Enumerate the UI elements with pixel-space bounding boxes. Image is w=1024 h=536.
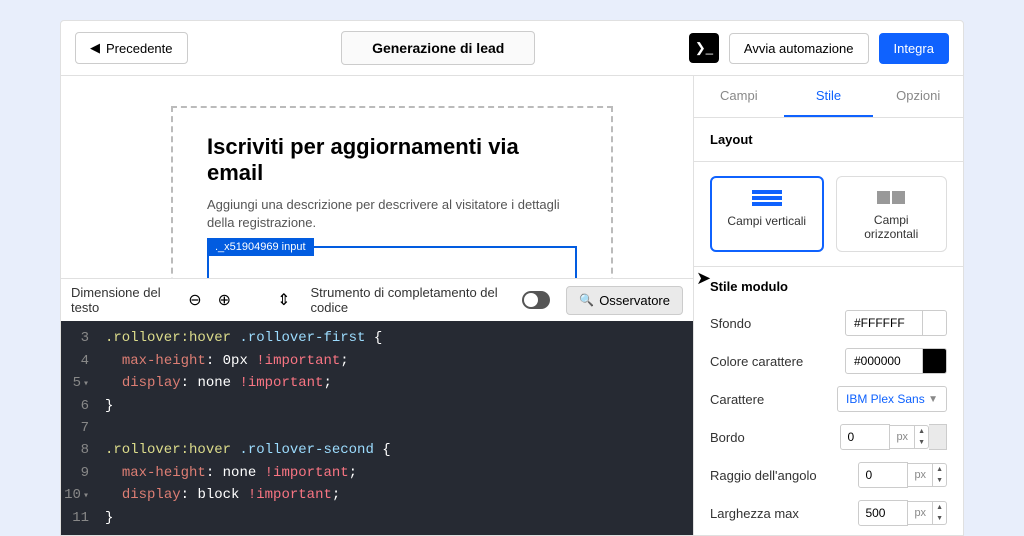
border-unit: px — [890, 425, 915, 449]
observer-button[interactable]: 🔍 Osservatore — [566, 286, 683, 315]
form-description: Aggiungi una descrizione per descrivere … — [207, 196, 577, 232]
layout-heading: Layout — [694, 118, 963, 162]
integrate-button[interactable]: Integra — [879, 33, 949, 64]
previous-button[interactable]: ◀ Precedente — [75, 32, 188, 64]
background-swatch[interactable] — [923, 310, 947, 336]
previous-label: Precedente — [106, 41, 173, 56]
search-icon: 🔍 — [579, 293, 594, 307]
plus-icon: ⊕ — [218, 292, 231, 309]
radius-stepper[interactable]: ▲▼ — [933, 463, 947, 487]
code-tool-label: Strumento di completamento del codice — [310, 285, 508, 315]
border-style-button[interactable] — [929, 424, 947, 450]
start-automation-button[interactable]: Avvia automazione — [729, 33, 869, 64]
form-card[interactable]: Iscriviti per aggiornamenti via email Ag… — [171, 106, 613, 278]
maxwidth-stepper[interactable]: ▲▼ — [933, 501, 947, 525]
radius-unit: px — [908, 463, 933, 487]
border-input[interactable] — [840, 424, 890, 450]
module-style-heading: Stile modulo — [694, 267, 963, 304]
terminal-icon-button[interactable]: ❯_ — [689, 33, 719, 63]
tab-options[interactable]: Opzioni — [873, 76, 963, 117]
font-label: Carattere — [710, 392, 827, 407]
background-input[interactable] — [845, 310, 923, 336]
minus-icon: ⊖ — [188, 292, 201, 309]
maxwidth-unit: px — [908, 501, 933, 525]
layout-horizontal-option[interactable]: Campi orizzontali — [836, 176, 948, 252]
layout-vertical-label: Campi verticali — [727, 214, 806, 228]
layout-horizontal-label: Campi orizzontali — [864, 213, 918, 241]
chevron-down-icon: ▼ — [928, 394, 938, 405]
chevron-left-icon: ◀ — [90, 40, 100, 56]
maxwidth-input[interactable] — [858, 500, 908, 526]
start-automation-label: Avvia automazione — [744, 41, 854, 56]
terminal-icon: ❯_ — [695, 40, 713, 56]
resize-icon: ⇕ — [277, 292, 290, 309]
integrate-label: Integra — [894, 41, 934, 56]
code-tool-toggle[interactable] — [522, 291, 550, 309]
resize-handle[interactable]: ⇕ — [273, 288, 294, 312]
page-title: Generazione di lead — [372, 40, 504, 56]
font-color-label: Colore carattere — [710, 354, 835, 369]
form-canvas[interactable]: Iscriviti per aggiornamenti via email Ag… — [61, 76, 693, 278]
tab-fields[interactable]: Campi — [694, 76, 784, 117]
border-label: Bordo — [710, 430, 830, 445]
form-input-wrapper[interactable]: ._x51904969 input — [207, 246, 577, 278]
tab-style[interactable]: Stile — [784, 76, 874, 117]
text-size-decrease-button[interactable]: ⊖ — [184, 288, 205, 312]
form-title: Iscriviti per aggiornamenti via email — [207, 134, 577, 186]
font-color-input[interactable] — [845, 348, 923, 374]
radius-label: Raggio dell'angolo — [710, 468, 848, 483]
text-size-increase-button[interactable]: ⊕ — [214, 288, 235, 312]
layout-vertical-option[interactable]: Campi verticali — [710, 176, 824, 252]
text-size-label: Dimensione del testo — [71, 285, 176, 315]
code-editor[interactable]: 3.rollover:hover .rollover-first { 4 max… — [61, 321, 693, 535]
lines-horizontal-icon — [752, 188, 782, 208]
font-select[interactable]: IBM Plex Sans ▼ — [837, 386, 947, 412]
input-selector-tag: ._x51904969 input — [207, 238, 314, 256]
properties-panel: Campi Stile Opzioni Layout Campi vertica… — [693, 76, 963, 535]
font-color-swatch[interactable] — [923, 348, 947, 374]
background-label: Sfondo — [710, 316, 835, 331]
columns-icon — [876, 187, 906, 207]
maxwidth-label: Larghezza max — [710, 506, 848, 521]
page-title-button[interactable]: Generazione di lead — [341, 31, 535, 65]
radius-input[interactable] — [858, 462, 908, 488]
observer-label: Osservatore — [599, 293, 670, 308]
border-stepper[interactable]: ▲▼ — [915, 425, 929, 449]
